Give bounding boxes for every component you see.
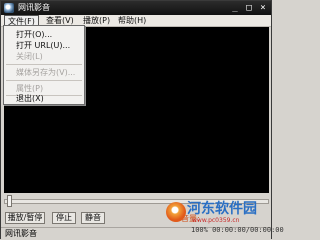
menu-help[interactable]: 帮助(H) <box>115 15 149 26</box>
play-pause-button[interactable]: 播放/暂停 <box>5 212 45 224</box>
title-bar[interactable]: 网讯影音 _ □ × <box>1 1 271 15</box>
app-icon <box>4 3 14 13</box>
window-title: 网讯影音 <box>18 3 50 12</box>
menu-item-exit[interactable]: 退出(X) <box>4 93 84 104</box>
mute-button[interactable]: 静音 <box>81 212 105 224</box>
menu-item-save-media-as: 媒体另存为(V)... <box>16 68 76 77</box>
minimize-button[interactable]: _ <box>230 3 240 13</box>
menu-item-open-url[interactable]: 打开 URL(U)... <box>4 40 84 51</box>
maximize-button[interactable]: □ <box>244 3 254 13</box>
close-button[interactable]: × <box>258 3 268 13</box>
stop-button[interactable]: 停止 <box>52 212 76 224</box>
volume-label: 音量: <box>181 214 200 223</box>
menu-separator <box>6 64 82 65</box>
menu-item-open[interactable]: 打开(O)... <box>4 29 84 40</box>
seek-handle[interactable] <box>7 195 12 207</box>
time-readout: 100% 00:00:00/00:00:00 <box>191 226 284 234</box>
app-window: 网讯影音 _ □ × 文件(F) 查看(V) 播放(P) 帮助(H) 打开(O)… <box>0 0 284 239</box>
menu-separator <box>6 80 82 81</box>
menu-item-close: 关闭(L) <box>16 52 43 61</box>
file-menu-dropdown: 打开(O)... 打开 URL(U)... 关闭(L) 媒体另存为(V)... … <box>3 25 85 105</box>
status-text: 网讯影音 <box>5 229 37 238</box>
seek-bar[interactable] <box>4 199 269 204</box>
